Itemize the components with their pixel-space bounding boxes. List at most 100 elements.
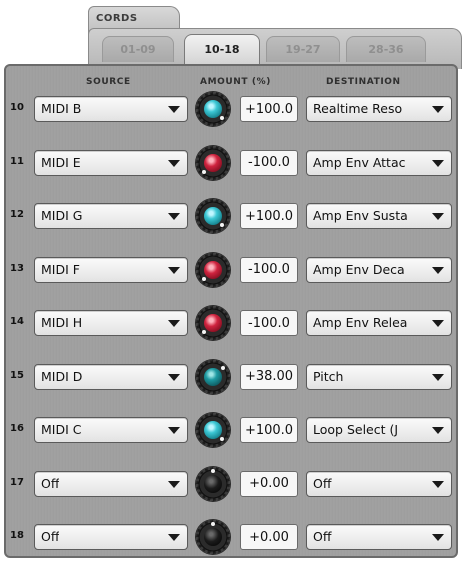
destination-value: Amp Env Susta [313, 208, 408, 223]
source-dropdown[interactable]: MIDI E [34, 149, 188, 176]
knob-indicator [220, 116, 225, 121]
amount-value[interactable]: -100.0 [240, 256, 298, 283]
tab-28-36[interactable]: 28-36 [346, 36, 426, 62]
destination-dropdown[interactable]: Amp Env Susta [306, 203, 452, 229]
amount-knob[interactable] [196, 92, 230, 126]
source-value: MIDI D [41, 368, 83, 384]
row-number: 18 [10, 530, 24, 541]
amount-knob[interactable] [196, 466, 230, 501]
knob-indicator [221, 366, 226, 371]
source-value: MIDI H [41, 315, 83, 330]
chevron-down-icon [432, 373, 444, 381]
chevron-down-icon [168, 480, 180, 488]
destination-dropdown[interactable]: Loop Select (J [306, 417, 452, 443]
chevron-down-icon [168, 159, 180, 167]
source-value: MIDI B [41, 101, 82, 116]
amount-value[interactable]: +100.0 [240, 417, 298, 443]
chevron-down-icon [432, 480, 444, 488]
chevron-down-icon [168, 106, 180, 113]
destination-dropdown[interactable]: Pitch [306, 363, 452, 390]
chevron-down-icon [432, 427, 444, 434]
chevron-down-icon [432, 266, 444, 274]
amount-knob[interactable] [196, 199, 230, 233]
amount-knob[interactable] [196, 145, 230, 180]
chevron-down-icon [168, 266, 180, 274]
destination-dropdown[interactable]: Amp Env Deca [306, 256, 452, 283]
knob-cap-red-icon [204, 260, 222, 279]
source-dropdown[interactable]: MIDI C [34, 417, 188, 443]
source-dropdown[interactable]: MIDI H [34, 310, 188, 336]
row-number: 16 [10, 423, 24, 434]
source-dropdown[interactable]: Off [34, 524, 188, 550]
source-dropdown[interactable]: Off [34, 470, 188, 497]
destination-value: Pitch [313, 368, 344, 384]
tab-01-09[interactable]: 01-09 [102, 36, 174, 62]
amount-value[interactable]: +0.00 [240, 524, 298, 550]
row-number: 17 [10, 476, 24, 488]
knob-cap-red-icon [204, 314, 222, 332]
source-header: SOURCE [86, 77, 131, 87]
chevron-down-icon [168, 427, 180, 434]
row-number: 14 [10, 316, 24, 327]
amount-knob[interactable] [196, 520, 230, 554]
cords-title: CORDS [96, 13, 138, 24]
chevron-down-icon [432, 106, 444, 113]
source-value: MIDI E [41, 154, 81, 170]
knob-indicator [211, 522, 215, 526]
destination-dropdown[interactable]: Off [306, 524, 452, 550]
knob-indicator [220, 223, 225, 228]
source-value: MIDI F [41, 261, 80, 277]
row-number: 11 [10, 155, 24, 167]
source-dropdown[interactable]: MIDI B [34, 96, 188, 122]
knob-cap-cyan-icon [204, 421, 222, 439]
knob-cap-black-icon [204, 474, 222, 493]
amount-knob[interactable] [196, 252, 230, 287]
destination-dropdown[interactable]: Realtime Reso [306, 96, 452, 122]
chevron-down-icon [432, 213, 444, 220]
destination-dropdown[interactable]: Amp Env Attac [306, 149, 452, 176]
source-dropdown[interactable]: MIDI G [34, 203, 188, 229]
knob-cap-cyan-icon [204, 100, 222, 118]
source-value: MIDI C [41, 422, 82, 437]
destination-value: Amp Env Attac [313, 154, 406, 170]
destination-dropdown[interactable]: Amp Env Relea [306, 310, 452, 336]
chevron-down-icon [432, 159, 444, 167]
cords-editor: CORDS 01-09 10-18 19-27 28-36 SOURCE AMO… [0, 0, 462, 562]
knob-indicator [211, 468, 215, 473]
destination-dropdown[interactable]: Off [306, 470, 452, 497]
destination-value: Amp Env Deca [313, 261, 405, 277]
row-number: 10 [10, 102, 24, 113]
destination-value: Off [313, 529, 332, 544]
source-dropdown[interactable]: MIDI F [34, 256, 188, 283]
tab-10-18[interactable]: 10-18 [184, 34, 260, 64]
amount-knob[interactable] [196, 306, 230, 340]
amount-knob[interactable] [196, 413, 230, 447]
source-dropdown[interactable]: MIDI D [34, 363, 188, 390]
tab-19-27[interactable]: 19-27 [266, 36, 340, 62]
amount-value[interactable]: -100.0 [240, 310, 298, 336]
chevron-down-icon [168, 213, 180, 220]
row-number: 13 [10, 262, 24, 274]
destination-value: Loop Select (J [313, 422, 399, 437]
knob-cap-black-icon [204, 528, 222, 546]
amount-value[interactable]: -100.0 [240, 149, 298, 176]
chevron-down-icon [432, 320, 444, 327]
knob-cap-red-icon [204, 153, 222, 172]
amount-value[interactable]: +0.00 [240, 470, 298, 497]
destination-header: DESTINATION [326, 77, 401, 87]
source-value: MIDI G [41, 208, 83, 223]
amount-value[interactable]: +100.0 [240, 96, 298, 122]
source-value: Off [41, 475, 60, 491]
destination-value: Realtime Reso [313, 101, 403, 116]
chevron-down-icon [168, 534, 180, 541]
destination-value: Amp Env Relea [313, 315, 408, 330]
source-value: Off [41, 529, 60, 544]
knob-cap-teal-icon [204, 367, 222, 386]
chevron-down-icon [432, 534, 444, 541]
amount-value[interactable]: +100.0 [240, 203, 298, 229]
amount-value[interactable]: +38.00 [240, 363, 298, 390]
knob-indicator [220, 437, 225, 442]
amount-knob[interactable] [196, 359, 230, 394]
row-number: 15 [10, 369, 24, 381]
knob-indicator [201, 169, 206, 174]
